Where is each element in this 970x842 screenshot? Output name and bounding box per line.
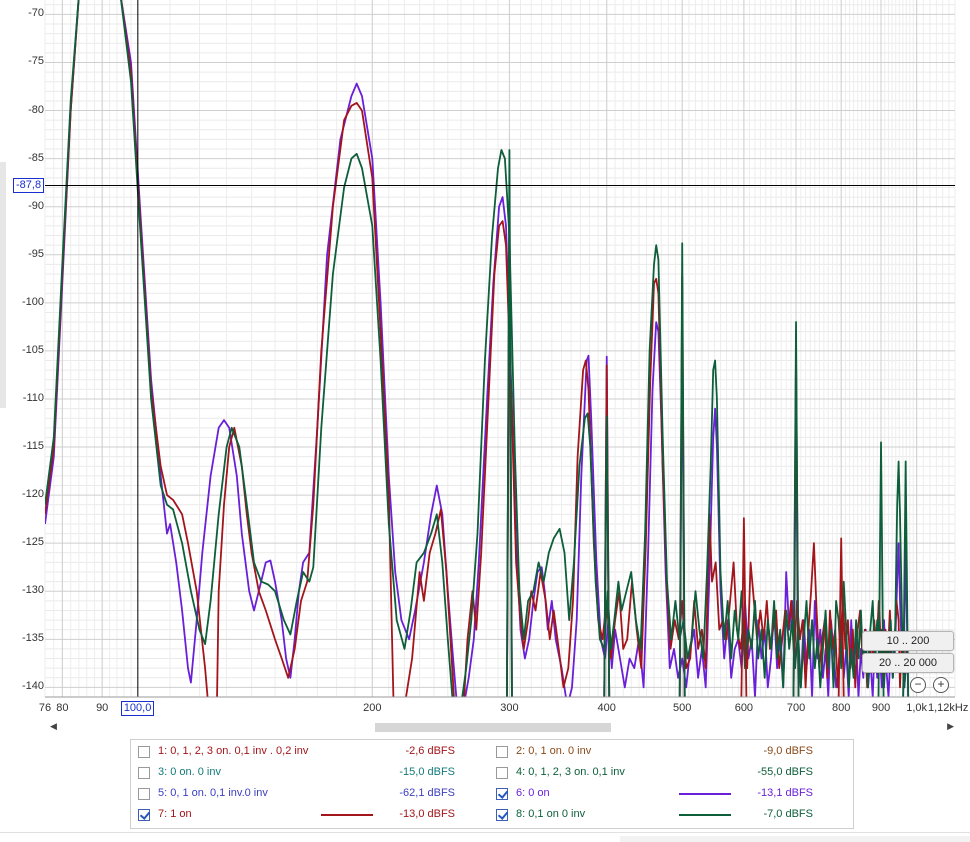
legend-label: 1: 0, 1, 2, 3 on. 0,1 inv . 0,2 inv: [158, 745, 309, 757]
legend-item[interactable]: 4: 0, 1, 2, 3 on. 0,1 inv -55,0 dBFS: [489, 763, 845, 783]
y-tick-label: -100: [21, 295, 44, 308]
legend-level: -55,0 dBFS: [757, 766, 813, 778]
legend-label: 6: 0 on: [516, 787, 550, 799]
legend-label: 5: 0, 1 on. 0,1 inv.0 inv: [158, 787, 268, 799]
x-tick-label: 1,0k: [906, 702, 928, 714]
legend-swatch: [679, 814, 731, 816]
scroll-left-icon[interactable]: ◀: [50, 721, 57, 732]
y-tick-label: -95: [28, 247, 44, 260]
legend-swatch: [321, 772, 373, 774]
legend-swatch: [321, 793, 373, 795]
x-tick-label: 80: [56, 702, 69, 714]
x-tick-label: 200: [363, 702, 382, 714]
y-tick-label: -115: [22, 440, 44, 453]
legend-level: -9,0 dBFS: [763, 745, 813, 757]
legend-swatch: [321, 814, 373, 816]
y-tick-label: -90: [28, 199, 44, 212]
scroll-right-icon[interactable]: ▶: [947, 721, 954, 732]
y-tick-label: -80: [28, 103, 44, 116]
x-tick-label: 90: [96, 702, 109, 714]
left-edge-panel: [0, 162, 6, 408]
scroll-thumb[interactable]: [375, 723, 611, 732]
x-tick-label: 500: [673, 702, 692, 714]
legend-item[interactable]: 7: 1 on -13,0 dBFS: [131, 805, 487, 825]
zoom-out-icon[interactable]: −: [910, 677, 926, 693]
legend-item[interactable]: 5: 0, 1 on. 0,1 inv.0 inv -62,1 dBFS: [131, 784, 487, 804]
legend-checkbox[interactable]: [138, 788, 150, 800]
legend-level: -13,0 dBFS: [399, 808, 455, 820]
legend-checkbox[interactable]: [138, 809, 150, 821]
legend-label: 7: 1 on: [158, 808, 192, 820]
y-tick-label: -120: [21, 488, 44, 501]
y-tick-label: -130: [21, 584, 44, 597]
horizontal-scrollbar[interactable]: ◀ ▶: [45, 719, 957, 735]
y-tick-label: -125: [21, 536, 44, 549]
cursor-y-readout: -87,8: [13, 177, 45, 193]
x-tick-label: 700: [786, 702, 806, 714]
legend-label: 8: 0,1 on 0 inv: [516, 808, 586, 820]
legend-checkbox[interactable]: [138, 746, 150, 758]
legend-checkbox[interactable]: [496, 809, 508, 821]
status-divider: [0, 832, 970, 833]
legend-item[interactable]: 6: 0 on -13,1 dBFS: [489, 784, 845, 804]
legend-item[interactable]: 2: 0, 1 on. 0 inv -9,0 dBFS: [489, 742, 845, 762]
range-button-10-200[interactable]: 10 .. 200: [862, 631, 954, 651]
y-tick-label: -110: [22, 391, 44, 404]
legend-item[interactable]: 8: 0,1 on 0 inv -7,0 dBFS: [489, 805, 845, 825]
legend-level: -62,1 dBFS: [399, 787, 455, 799]
x-tick-label: 1,12kHz: [928, 702, 969, 714]
legend-level: -7,0 dBFS: [763, 808, 813, 820]
legend-checkbox[interactable]: [138, 767, 150, 779]
legend-checkbox[interactable]: [496, 746, 508, 758]
y-tick-label: -140: [21, 680, 44, 693]
legend-label: 3: 0 on. 0 inv: [158, 766, 221, 778]
spectrum-plot[interactable]: [0, 0, 970, 700]
status-strip: [620, 836, 970, 842]
plot-area: [45, 0, 955, 697]
legend-checkbox[interactable]: [496, 788, 508, 800]
range-button-20-20000[interactable]: 20 .. 20 000: [862, 653, 954, 673]
legend: 1: 0, 1, 2, 3 on. 0,1 inv . 0,2 inv -2,6…: [130, 739, 854, 829]
x-tick-label: 900: [871, 702, 891, 714]
legend-swatch: [679, 772, 731, 774]
y-tick-label: -85: [28, 151, 44, 164]
cursor-x-readout: 100,0: [120, 701, 155, 716]
legend-item[interactable]: 3: 0 on. 0 inv -15,0 dBFS: [131, 763, 487, 783]
y-tick-label: -70: [28, 7, 44, 20]
legend-swatch: [679, 751, 731, 753]
y-tick-label: -135: [21, 632, 44, 645]
legend-level: -13,1 dBFS: [757, 787, 813, 799]
legend-label: 4: 0, 1, 2, 3 on. 0,1 inv: [516, 766, 625, 778]
legend-swatch: [321, 751, 373, 753]
legend-swatch: [679, 793, 731, 795]
x-tick-label: 76: [38, 702, 52, 714]
legend-label: 2: 0, 1 on. 0 inv: [516, 745, 592, 757]
legend-level: -15,0 dBFS: [399, 766, 455, 778]
x-tick-label: 400: [597, 702, 616, 714]
x-tick-label: 600: [734, 702, 754, 714]
x-tick-label: 300: [500, 702, 519, 714]
legend-level: -2,6 dBFS: [405, 745, 455, 757]
y-tick-label: -75: [28, 55, 44, 68]
zoom-in-icon[interactable]: +: [933, 677, 949, 693]
legend-checkbox[interactable]: [496, 767, 508, 779]
legend-item[interactable]: 1: 0, 1, 2, 3 on. 0,1 inv . 0,2 inv -2,6…: [131, 742, 487, 762]
x-tick-label: 800: [832, 702, 851, 714]
y-tick-label: -105: [21, 343, 44, 356]
